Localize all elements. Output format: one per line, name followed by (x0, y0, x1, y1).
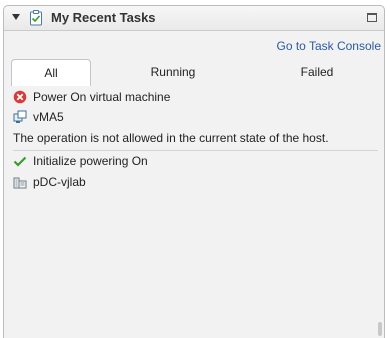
task-target-row[interactable]: pDC-vjlab (13, 172, 378, 192)
task-console-link[interactable]: Go to Task Console (276, 39, 381, 53)
task-list: Power On virtual machine vMA5 The operat… (4, 86, 384, 338)
task-target: vMA5 (33, 110, 64, 124)
task-message: The operation is not allowed in the curr… (13, 131, 329, 145)
clipboard-check-icon (30, 10, 42, 26)
panel-title: My Recent Tasks (51, 10, 156, 25)
datacenter-icon (13, 177, 27, 189)
task-name: Power On virtual machine (33, 90, 171, 104)
task-target-row[interactable]: vMA5 (13, 107, 378, 127)
tab-running[interactable]: Running (128, 59, 218, 86)
tab-failed[interactable]: Failed (272, 59, 362, 86)
scrollbar-thumb[interactable] (378, 322, 382, 336)
task-filter-tabs: All Running Failed (4, 59, 384, 87)
panel-titlebar: My Recent Tasks (4, 6, 384, 31)
error-icon (13, 90, 27, 104)
success-check-icon (13, 156, 27, 167)
task-row[interactable]: Power On virtual machine (13, 87, 378, 107)
maximize-icon[interactable] (367, 13, 377, 22)
task-name: Initialize powering On (33, 154, 148, 168)
tab-all[interactable]: All (11, 59, 91, 87)
task-target: pDC-vjlab (33, 175, 86, 189)
virtual-machine-icon (13, 110, 27, 123)
recent-tasks-panel: My Recent Tasks Go to Task Console All R… (3, 5, 385, 338)
task-row[interactable]: Initialize powering On (13, 151, 378, 171)
task-message-row: The operation is not allowed in the curr… (13, 128, 378, 148)
collapse-triangle-icon[interactable] (12, 14, 20, 20)
